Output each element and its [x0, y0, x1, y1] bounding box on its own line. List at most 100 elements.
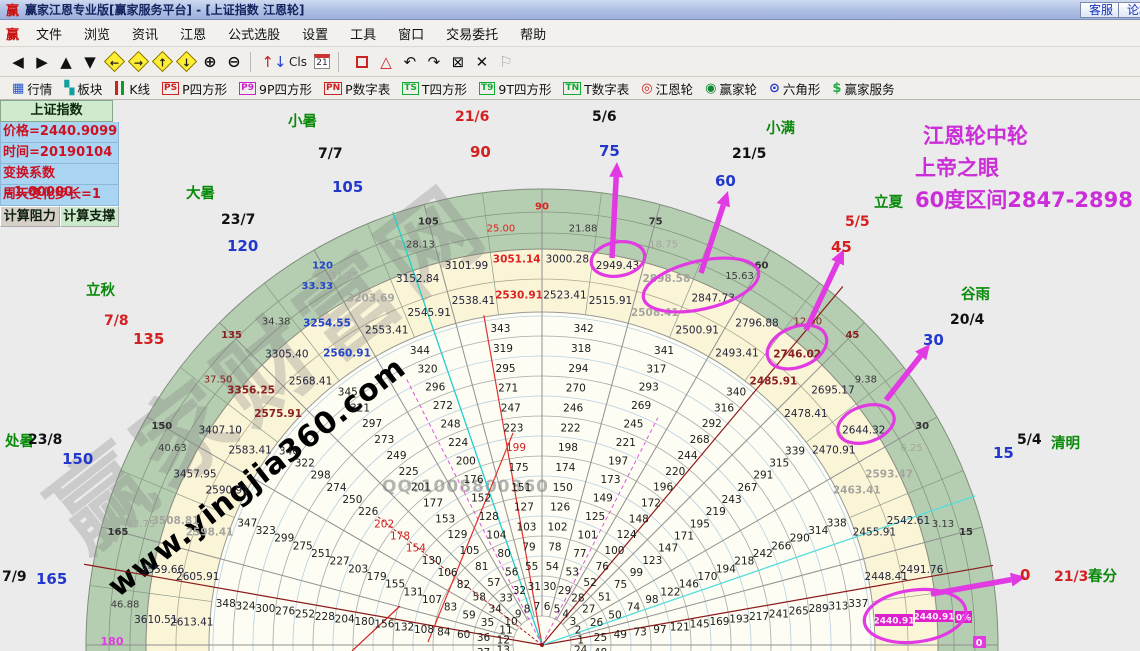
- menu-资讯[interactable]: 资讯: [132, 24, 158, 43]
- svg-text:32: 32: [513, 585, 526, 597]
- svg-text:34: 34: [489, 604, 503, 616]
- rotate-cw-icon[interactable]: ↷: [423, 51, 445, 73]
- instrument-panel: 上证指数 价格=2440.9099 时间=20190104 变换系数=1.000…: [0, 100, 119, 227]
- svg-text:30: 30: [543, 581, 556, 593]
- svg-text:53: 53: [566, 567, 579, 579]
- svg-text:265: 265: [789, 606, 809, 618]
- svg-text:52: 52: [583, 577, 596, 589]
- winner-wheel-button-label: 赢家轮: [719, 81, 757, 97]
- menu-浏览[interactable]: 浏览: [84, 24, 110, 43]
- svg-text:2583.41: 2583.41: [228, 444, 271, 456]
- 9p-square-button[interactable]: P9 9P四方形: [239, 79, 312, 98]
- svg-text:131: 131: [404, 586, 424, 598]
- svg-text:203: 203: [348, 563, 368, 575]
- menu-江恩[interactable]: 江恩: [180, 24, 206, 43]
- p-table-button[interactable]: PN P数字表: [324, 79, 390, 98]
- svg-text:202: 202: [374, 518, 394, 530]
- svg-text:226: 226: [358, 506, 378, 518]
- svg-text:0: 0: [976, 638, 983, 649]
- svg-text:292: 292: [702, 418, 722, 430]
- svg-text:121: 121: [670, 621, 690, 633]
- calc-support-button[interactable]: 计算支撑: [59, 206, 119, 227]
- svg-text:108: 108: [414, 624, 434, 636]
- menu-文件[interactable]: 文件: [36, 24, 62, 43]
- pan-right-icon[interactable]: →: [127, 50, 149, 73]
- svg-text:3457.95: 3457.95: [173, 468, 216, 480]
- svg-text:299: 299: [274, 533, 294, 545]
- svg-text:156: 156: [374, 619, 394, 631]
- svg-text:129: 129: [447, 529, 467, 541]
- date-label: 5/4: [1017, 432, 1042, 448]
- svg-text:76: 76: [596, 561, 610, 573]
- t-table-button[interactable]: TN T数字表: [563, 79, 629, 98]
- gann-wheel-button[interactable]: ◎ 江恩轮: [641, 79, 693, 98]
- toolbar-main: ◀ ▶ ▲ ▼ ← → ↑ ↓ ⊕ ⊖ ↑↓ Cls 21 △ ↶ ↷ ⊠ ✕ ⚐: [0, 47, 1140, 77]
- nav-forward-icon[interactable]: ▶: [31, 51, 53, 73]
- menu-窗口[interactable]: 窗口: [398, 24, 424, 43]
- svg-text:13: 13: [497, 645, 510, 651]
- svg-text:2560.91: 2560.91: [323, 348, 371, 360]
- svg-text:346: 346: [279, 445, 299, 457]
- date-label: 21/6: [455, 109, 489, 125]
- app-logo-icon: 赢: [6, 4, 20, 19]
- svg-text:128: 128: [479, 511, 499, 523]
- svg-text:155: 155: [385, 579, 405, 591]
- sectors-button[interactable]: ▚ 板块: [64, 79, 102, 98]
- forum-button[interactable]: 论坛: [1118, 2, 1140, 18]
- flag-tool-icon[interactable]: ⚐: [495, 51, 517, 73]
- svg-text:102: 102: [548, 522, 568, 534]
- triangle-tool-icon[interactable]: △: [375, 51, 397, 73]
- menu-设置[interactable]: 设置: [302, 24, 328, 43]
- hexagon-button[interactable]: ⊙ 六角形: [769, 79, 820, 98]
- svg-text:244: 244: [677, 450, 697, 462]
- winner-service-button[interactable]: $ 赢家服务: [832, 79, 894, 98]
- pan-up-icon[interactable]: ↑: [151, 50, 173, 73]
- svg-text:24: 24: [574, 645, 588, 651]
- svg-text:316: 316: [714, 402, 734, 414]
- svg-text:120: 120: [312, 260, 333, 271]
- zoom-out-icon[interactable]: ⊖: [223, 51, 245, 73]
- xbox-tool-icon[interactable]: ⊠: [447, 51, 469, 73]
- calendar-icon[interactable]: 21: [311, 51, 333, 73]
- pointer-up-icon[interactable]: ▲: [55, 51, 77, 73]
- 9t-square-button[interactable]: T9 9T四方形: [478, 79, 551, 98]
- menu-bar: 赢 文件 浏览 资讯 江恩 公式选股 设置 工具 窗口 交易委托 帮助: [0, 20, 1140, 47]
- date-label: 23/7: [221, 212, 255, 228]
- customer-service-button[interactable]: 客服: [1079, 2, 1122, 18]
- rotate-ccw-icon[interactable]: ↶: [399, 51, 421, 73]
- updown-icon[interactable]: ↑↓: [261, 51, 286, 73]
- angle-label: 135: [133, 330, 164, 348]
- winner-wheel-button[interactable]: ◉ 赢家轮: [705, 79, 757, 98]
- svg-text:199: 199: [506, 442, 526, 454]
- quotes-button[interactable]: ▦ 行情: [12, 79, 52, 98]
- pan-left-icon[interactable]: ←: [103, 50, 125, 73]
- menu-帮助[interactable]: 帮助: [520, 24, 546, 43]
- menu-交易委托[interactable]: 交易委托: [446, 24, 498, 43]
- square-tool-icon[interactable]: [351, 51, 373, 73]
- winner-service-button-icon: $: [832, 80, 842, 96]
- date-label: 5/6: [592, 109, 617, 125]
- solar-term-label: 春分: [1088, 567, 1117, 585]
- svg-text:318: 318: [571, 343, 591, 355]
- p-square-button[interactable]: PS P四方形: [162, 79, 227, 98]
- cls-button[interactable]: Cls: [287, 51, 309, 73]
- svg-text:28: 28: [571, 593, 584, 605]
- pan-down-icon[interactable]: ↓: [175, 50, 197, 73]
- zoom-in-icon[interactable]: ⊕: [199, 51, 221, 73]
- nav-back-icon[interactable]: ◀: [7, 51, 29, 73]
- cross-tool-icon[interactable]: ✕: [471, 51, 493, 73]
- kline-button[interactable]: K线: [114, 79, 150, 98]
- svg-text:194: 194: [716, 563, 736, 575]
- t-table-button-label: T数字表: [584, 81, 630, 97]
- svg-text:272: 272: [433, 400, 453, 412]
- menu-公式选股[interactable]: 公式选股: [228, 24, 280, 43]
- svg-text:28.13: 28.13: [406, 240, 435, 251]
- svg-text:314: 314: [808, 525, 828, 537]
- calc-resistance-button[interactable]: 计算阻力: [0, 206, 60, 227]
- menu-工具[interactable]: 工具: [350, 24, 376, 43]
- winner-service-button-label: 赢家服务: [844, 81, 895, 97]
- svg-text:341: 341: [654, 345, 674, 357]
- t-square-button[interactable]: TS T四方形: [402, 79, 467, 98]
- pointer-down-icon[interactable]: ▼: [79, 51, 101, 73]
- svg-text:97: 97: [653, 624, 666, 636]
